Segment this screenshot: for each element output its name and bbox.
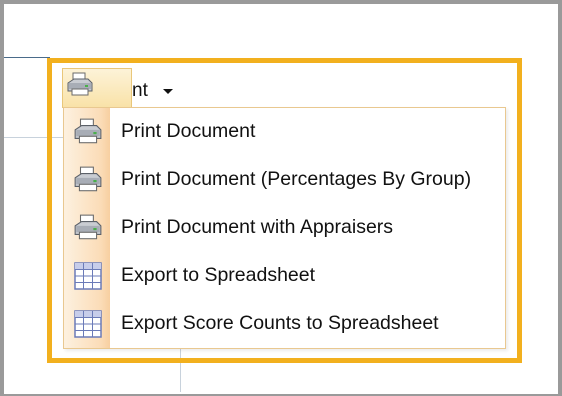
printer-icon — [73, 117, 103, 147]
print-button-label: nt — [132, 80, 148, 101]
background-divider — [4, 57, 50, 58]
print-menu-button[interactable]: nt — [62, 68, 192, 108]
menu-item-label: Export Score Counts to Spreadsheet — [121, 312, 439, 334]
printer-icon — [66, 72, 94, 102]
menu-item-print-document-appraisers[interactable]: Print Document with Appraisers — [64, 204, 505, 252]
spreadsheet-icon — [73, 261, 103, 291]
menu-item-export-score-counts[interactable]: Export Score Counts to Spreadsheet — [64, 300, 505, 348]
printer-icon — [73, 213, 103, 243]
menu-item-label: Print Document (Percentages By Group) — [121, 168, 472, 190]
menu-item-print-document-percentages[interactable]: Print Document (Percentages By Group) — [64, 156, 505, 204]
menu-item-label: Print Document with Appraisers — [121, 216, 394, 238]
menu-item-label: Export to Spreadsheet — [121, 264, 316, 286]
chevron-down-icon[interactable] — [163, 89, 173, 94]
menu-item-print-document[interactable]: Print Document — [64, 108, 505, 156]
menu-item-export-spreadsheet[interactable]: Export to Spreadsheet — [64, 252, 505, 300]
menu-item-label: Print Document — [121, 120, 256, 142]
printer-icon — [73, 165, 103, 195]
spreadsheet-icon — [73, 309, 103, 339]
print-dropdown-menu: Print Document Print Document (Percentag… — [63, 107, 506, 349]
